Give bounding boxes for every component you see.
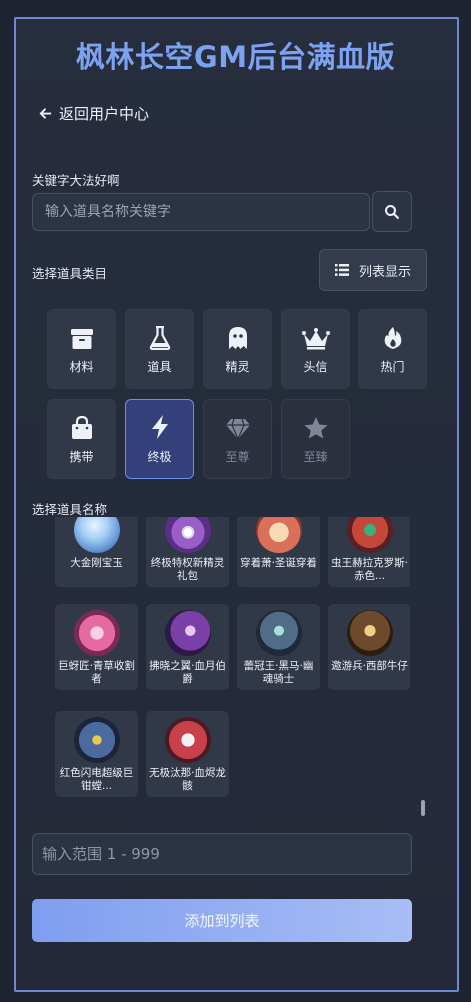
bag-icon xyxy=(71,414,93,440)
item-card[interactable]: 巨蚜匠·青草收割者 xyxy=(55,604,138,690)
item-image xyxy=(164,717,211,763)
search-icon xyxy=(385,204,400,219)
item-image xyxy=(346,610,393,656)
category-label-text: 材料 xyxy=(69,359,94,374)
item-image xyxy=(255,517,302,553)
list-icon xyxy=(334,264,349,276)
item-name: 蕾冠王·黑马·幽魂骑士 xyxy=(243,660,314,685)
list-display-label: 列表显示 xyxy=(358,264,411,280)
item-name: 拂晓之翼·血月伯爵 xyxy=(149,660,226,685)
category-ultimate[interactable]: 终极 xyxy=(125,399,194,479)
item-image xyxy=(164,517,211,553)
item-name: 大金刚宝玉 xyxy=(70,557,123,569)
page-title: 枫林长空GM后台满血版 xyxy=(75,40,396,74)
add-to-list-button[interactable]: 添加到列表 xyxy=(32,899,412,942)
item-label: 选择道具名称 xyxy=(32,502,108,517)
item-card[interactable]: 终极特权新精灵礼包 xyxy=(146,517,229,587)
star-icon xyxy=(303,414,329,440)
list-display-button[interactable]: 列表显示 xyxy=(319,249,427,291)
item-name: 邀游兵·西部牛仔 xyxy=(331,660,408,672)
item-name: 巨蚜匠·青草收割者 xyxy=(58,660,135,685)
item-name: 虫王赫拉克罗斯·赤色... xyxy=(331,557,408,582)
category-label: 选择道具类目 xyxy=(32,266,108,281)
crown-icon xyxy=(301,324,330,350)
category-hot[interactable]: 热门 xyxy=(358,309,427,389)
category-spirit[interactable]: 精灵 xyxy=(203,309,272,389)
item-name: 红色闪电超级巨钳螳... xyxy=(59,767,134,792)
item-name: 穿着萧·圣诞穿着 xyxy=(240,557,317,569)
category-carry[interactable]: 携带 xyxy=(47,399,116,479)
category-label-text: 头信 xyxy=(303,359,328,374)
category-label-text: 终极 xyxy=(147,449,172,464)
item-image xyxy=(255,610,302,656)
item-card[interactable]: 蕾冠王·黑马·幽魂骑士 xyxy=(237,604,320,690)
box-icon xyxy=(70,324,94,350)
search-label: 关键字大法好啊 xyxy=(32,173,120,188)
back-link[interactable]: 返回用户中心 xyxy=(38,103,149,124)
category-label-text: 精灵 xyxy=(225,359,250,374)
category-item[interactable]: 道具 xyxy=(125,309,194,389)
item-card[interactable]: 拂晓之翼·血月伯爵 xyxy=(146,604,229,690)
search-button[interactable] xyxy=(372,191,412,232)
item-grid-scrollbar[interactable] xyxy=(421,800,425,816)
category-headwear[interactable]: 头信 xyxy=(281,309,350,389)
category-label-text: 携带 xyxy=(69,449,94,464)
back-link-label: 返回用户中心 xyxy=(59,105,150,123)
category-perfect[interactable]: 至臻 xyxy=(281,399,350,479)
item-grid: 大金刚宝玉 终极特权新精灵礼包 穿着萧·圣诞穿着 虫王赫拉克罗斯·赤色... 巨… xyxy=(55,517,410,810)
item-card[interactable]: 红色闪电超级巨钳螳... xyxy=(55,711,138,797)
category-label-text: 至尊 xyxy=(225,449,250,464)
arrow-left-icon xyxy=(39,108,52,119)
item-name: 无极汰那·血烬龙骸 xyxy=(149,767,226,792)
quantity-input[interactable]: 输入范围 1 - 999 xyxy=(32,833,412,875)
bolt-icon xyxy=(150,414,170,440)
category-label-text: 热门 xyxy=(380,359,405,374)
category-label-text: 至臻 xyxy=(303,449,328,464)
category-label-text: 道具 xyxy=(147,359,172,374)
item-image xyxy=(73,717,120,763)
item-card[interactable]: 穿着萧·圣诞穿着 xyxy=(237,517,320,587)
item-card[interactable]: 虫王赫拉克罗斯·赤色... xyxy=(328,517,410,587)
item-card[interactable]: 大金刚宝玉 xyxy=(55,517,138,587)
item-image xyxy=(73,610,120,656)
category-supreme[interactable]: 至尊 xyxy=(203,399,272,479)
category-material[interactable]: 材料 xyxy=(47,309,116,389)
item-card[interactable]: 无极汰那·血烬龙骸 xyxy=(146,711,229,797)
gem-icon xyxy=(225,414,251,440)
item-name: 终极特权新精灵礼包 xyxy=(150,557,225,582)
item-image xyxy=(73,517,120,553)
search-input[interactable]: 输入道具名称关键字 xyxy=(32,193,370,231)
fire-icon xyxy=(383,324,403,350)
item-image xyxy=(164,610,211,656)
item-card[interactable]: 邀游兵·西部牛仔 xyxy=(328,604,410,690)
flask-icon xyxy=(149,324,171,350)
item-image xyxy=(346,517,393,553)
ghost-icon xyxy=(228,324,248,350)
search-group: 输入道具名称关键字 xyxy=(32,191,412,233)
